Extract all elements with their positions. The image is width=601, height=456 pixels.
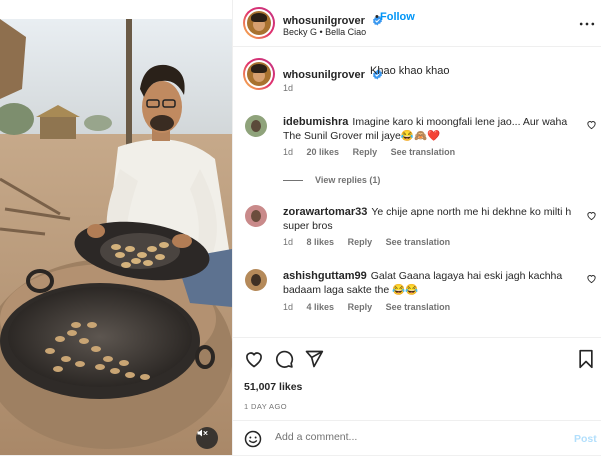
comment-like-heart-icon[interactable] xyxy=(586,210,597,221)
video-frame xyxy=(0,19,232,455)
reply-button[interactable]: Reply xyxy=(348,237,373,247)
caption-time: 1d xyxy=(283,83,294,93)
bookmark-icon[interactable] xyxy=(576,349,596,369)
reply-button[interactable]: Reply xyxy=(353,147,378,157)
comment-body: idebumishra Imagine karo ki moongfali len… xyxy=(283,115,575,143)
follow-button[interactable]: Follow xyxy=(380,11,415,23)
see-translation-button[interactable]: See translation xyxy=(386,237,451,247)
muted-speaker-icon xyxy=(197,429,208,437)
commenter-username[interactable]: zorawartomar33 xyxy=(283,206,367,218)
comment-meta: 1d 8 likes Reply See translation xyxy=(283,237,461,247)
comment-body: zorawartomar33 Ye chije apne north me hi … xyxy=(283,205,575,233)
commenter-avatar[interactable] xyxy=(245,269,267,291)
author-avatar[interactable] xyxy=(243,7,275,39)
comment-time: 1d xyxy=(283,147,294,157)
post-actions: 51,007 likes 1 DAY AGO xyxy=(233,337,601,420)
commenter-avatar[interactable] xyxy=(245,205,267,227)
comment-icon[interactable] xyxy=(274,349,294,369)
see-translation-button[interactable]: See translation xyxy=(386,302,451,312)
header-separator: • xyxy=(375,11,379,23)
like-count[interactable]: 51,007 likes xyxy=(244,381,302,393)
comment-body: ashishguttam99 Galat Gaana lagaya hai esk… xyxy=(283,269,575,297)
audio-track-link[interactable]: Becky G • Bella Ciao xyxy=(283,27,366,37)
caption-author-avatar[interactable] xyxy=(243,58,275,90)
add-comment-bar: Post xyxy=(233,420,601,456)
author-username[interactable]: whosunilgrover xyxy=(283,15,365,27)
comments-list[interactable]: whosunilgrover Khao khao khao 1d idebumi… xyxy=(233,47,601,336)
comment-like-heart-icon[interactable] xyxy=(586,273,597,284)
comment-input[interactable] xyxy=(273,430,547,444)
heart-icon[interactable] xyxy=(244,349,264,369)
mute-toggle-button[interactable] xyxy=(196,427,218,449)
see-translation-button[interactable]: See translation xyxy=(391,147,456,157)
comment-time: 1d xyxy=(283,237,294,247)
post-details-panel: whosunilgrover • Follow Becky G • Bella … xyxy=(232,0,601,455)
comment-likes[interactable]: 8 likes xyxy=(307,237,335,247)
comment-meta: 1d 20 likes Reply See translation xyxy=(283,147,466,157)
caption-username[interactable]: whosunilgrover xyxy=(283,69,365,81)
share-icon[interactable] xyxy=(304,349,324,369)
caption-text: Khao khao khao xyxy=(370,65,450,77)
comment-meta: 1d 4 likes Reply See translation xyxy=(283,302,461,312)
reply-button[interactable]: Reply xyxy=(348,302,373,312)
comment-likes[interactable]: 4 likes xyxy=(307,302,335,312)
post-comment-button[interactable]: Post xyxy=(574,433,597,445)
comment-like-heart-icon[interactable] xyxy=(586,119,597,130)
commenter-username[interactable]: ashishguttam99 xyxy=(283,270,367,282)
comment-likes[interactable]: 20 likes xyxy=(307,147,340,157)
more-options-icon[interactable] xyxy=(577,14,597,34)
replies-divider-line xyxy=(283,180,303,182)
instagram-post: whosunilgrover • Follow Becky G • Bella … xyxy=(0,0,601,455)
post-video[interactable] xyxy=(0,19,232,455)
post-header: whosunilgrover • Follow Becky G • Bella … xyxy=(233,0,601,47)
commenter-username[interactable]: idebumishra xyxy=(283,116,348,128)
commenter-avatar[interactable] xyxy=(245,115,267,137)
view-replies-button[interactable]: View replies (1) xyxy=(283,175,380,185)
post-date: 1 DAY AGO xyxy=(244,402,287,411)
emoji-icon[interactable] xyxy=(244,430,262,448)
caption-username-row: whosunilgrover xyxy=(283,65,383,83)
comment-time: 1d xyxy=(283,302,294,312)
